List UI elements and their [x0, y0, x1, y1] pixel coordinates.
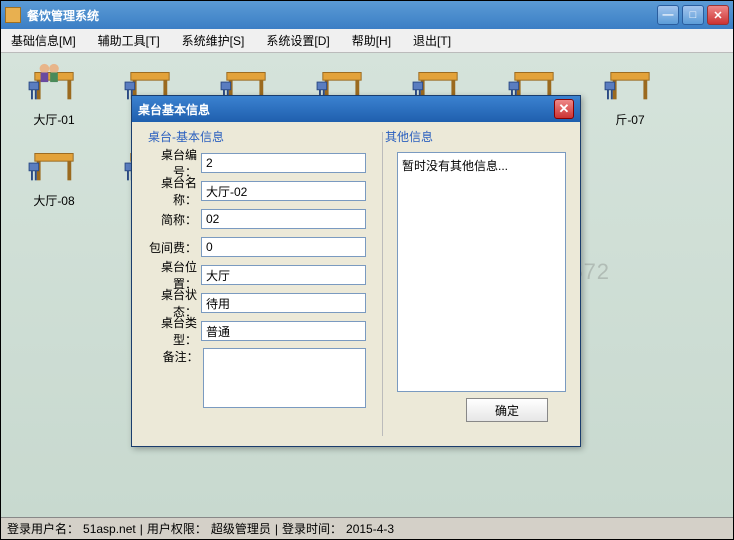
- table-icon: [25, 142, 83, 188]
- separator: |: [140, 522, 143, 536]
- desk-label: 大厅-08: [33, 192, 74, 209]
- remark-label: 备注：: [146, 348, 199, 365]
- location-input[interactable]: [201, 265, 366, 285]
- desk-label: 大厅-01: [33, 111, 74, 128]
- menu-exit[interactable]: 退出[T]: [409, 30, 455, 51]
- room-fee-label: 包间费：: [146, 239, 197, 256]
- dialog-titlebar[interactable]: 桌台基本信息 ✕: [132, 96, 580, 122]
- separator: |: [275, 522, 278, 536]
- room-fee-input[interactable]: [201, 237, 366, 257]
- table-number-input[interactable]: [201, 153, 366, 173]
- short-name-label: 简称：: [146, 211, 197, 228]
- menu-basic-info[interactable]: 基础信息[M]: [7, 30, 80, 51]
- privilege-label: 用户权限：: [147, 520, 207, 537]
- close-button[interactable]: ✕: [707, 5, 729, 25]
- login-user-label: 登录用户名：: [7, 520, 79, 537]
- window-title: 餐饮管理系统: [27, 7, 657, 24]
- basic-info-group: 桌台-基本信息 桌台编号： 桌台名称： 简称： 包间费：: [146, 132, 366, 436]
- other-info-group: 其他信息 暂时没有其他信息... 确定: [382, 132, 566, 436]
- other-info-panel: 暂时没有其他信息...: [397, 152, 566, 392]
- other-info-text: 暂时没有其他信息...: [402, 159, 508, 173]
- desk-label: 斤-07: [615, 111, 644, 128]
- statusbar: 登录用户名： 51asp.net | 用户权限： 超级管理员 | 登录时间： 2…: [1, 517, 733, 539]
- minimize-button[interactable]: —: [657, 5, 679, 25]
- type-input[interactable]: [201, 321, 366, 341]
- menu-help[interactable]: 帮助[H]: [348, 30, 395, 51]
- menu-maintain[interactable]: 系统维护[S]: [178, 30, 249, 51]
- short-name-input[interactable]: [201, 209, 366, 229]
- basic-info-legend: 桌台-基本信息: [148, 128, 224, 145]
- dialog-title: 桌台基本信息: [138, 101, 554, 118]
- table-name-label: 桌台名称：: [146, 174, 197, 208]
- main-titlebar: 餐饮管理系统 — □ ✕: [1, 1, 733, 29]
- table-name-input[interactable]: [201, 181, 366, 201]
- dialog-close-button[interactable]: ✕: [554, 99, 574, 119]
- privilege-value: 超级管理员: [211, 520, 271, 537]
- table-icon: [601, 61, 659, 107]
- ok-button[interactable]: 确定: [466, 398, 548, 422]
- menu-tools[interactable]: 辅助工具[T]: [94, 30, 164, 51]
- desk-item[interactable]: 斤-07: [591, 61, 669, 128]
- status-input[interactable]: [201, 293, 366, 313]
- login-time-label: 登录时间：: [282, 520, 342, 537]
- desk-item[interactable]: 大厅-08: [15, 142, 93, 209]
- table-icon: [25, 61, 83, 107]
- other-info-legend: 其他信息: [385, 128, 433, 145]
- login-time-value: 2015-4-3: [346, 522, 394, 536]
- maximize-button[interactable]: □: [682, 5, 704, 25]
- type-label: 桌台类型：: [146, 314, 197, 348]
- remark-textarea[interactable]: [203, 348, 366, 408]
- menubar: 基础信息[M] 辅助工具[T] 系统维护[S] 系统设置[D] 帮助[H] 退出…: [1, 29, 733, 53]
- table-info-dialog: 桌台基本信息 ✕ 桌台-基本信息 桌台编号： 桌台名称： 简称：: [131, 95, 581, 447]
- menu-settings[interactable]: 系统设置[D]: [262, 30, 333, 51]
- login-user-value: 51asp.net: [83, 522, 136, 536]
- desk-item[interactable]: 大厅-01: [15, 61, 93, 128]
- app-icon: [5, 7, 21, 23]
